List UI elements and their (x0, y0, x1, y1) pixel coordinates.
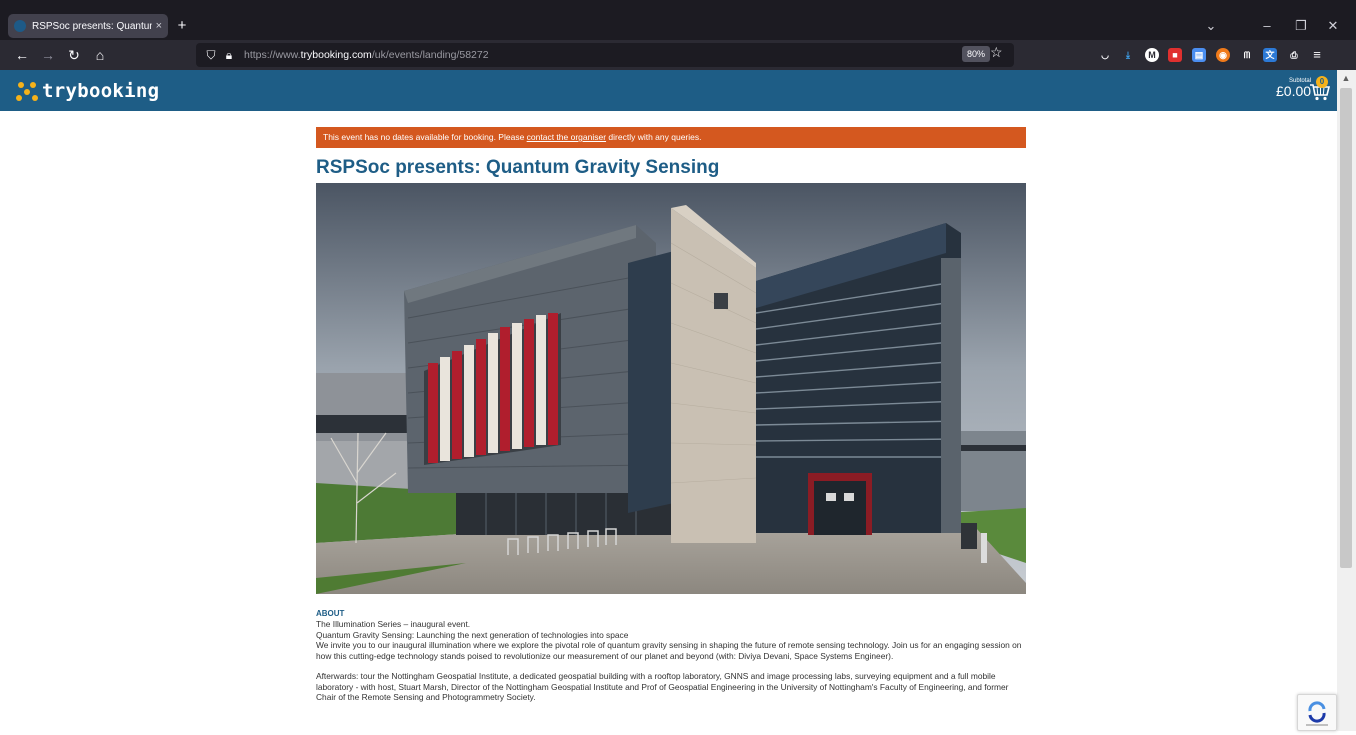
extension-doc-icon[interactable]: ▤ (1192, 48, 1206, 62)
shield-icon[interactable]: ⛉ (202, 48, 220, 63)
about-paragraph-afterwards: Afterwards: tour the Nottingham Geospati… (316, 671, 1009, 702)
no-dates-alert: This event has no dates available for bo… (316, 127, 1026, 148)
back-icon[interactable]: ← (10, 40, 34, 70)
logo-text: trybooking (42, 80, 160, 102)
cart-count-badge: 0 (1316, 76, 1328, 88)
browser-nav-bar: ← → ↻ ⌂ ⛉ 🔒︎ https://www.trybooking.com/… (0, 40, 1356, 70)
recaptcha-icon (1306, 701, 1328, 726)
extension-mask-icon[interactable]: ᗰ (1240, 48, 1254, 62)
recaptcha-badge[interactable] (1297, 694, 1337, 731)
browser-tab-bar: RSPSoc presents: Quantum Gr × + ⌄ – ❐ ✕ (0, 0, 1356, 40)
subtotal-amount: £0.00 (1276, 83, 1312, 99)
extensions-icon[interactable]: ⎙ (1287, 48, 1301, 62)
zoom-level-badge[interactable]: 80% (962, 46, 991, 62)
reload-icon[interactable]: ↻ (62, 40, 86, 70)
minimize-icon[interactable]: – (1252, 14, 1282, 38)
url-text[interactable]: https://www.trybooking.com/uk/events/lan… (244, 49, 489, 61)
extension-red-icon[interactable]: ■ (1168, 48, 1182, 62)
forward-icon[interactable]: → (36, 40, 60, 70)
extension-m-icon[interactable]: M (1145, 48, 1159, 62)
maximize-icon[interactable]: ❐ (1286, 14, 1316, 38)
scrollbar-thumb[interactable] (1340, 88, 1352, 568)
about-line-2: Quantum Gravity Sensing: Launching the n… (316, 629, 629, 640)
close-window-icon[interactable]: ✕ (1318, 14, 1348, 38)
about-line-1: The Illumination Series – inaugural even… (316, 619, 471, 629)
bookmark-star-icon[interactable]: ☆ (990, 42, 1003, 62)
new-tab-button[interactable]: + (172, 14, 192, 38)
logo-star-icon (16, 80, 38, 102)
tab-title: RSPSoc presents: Quantum Gr (32, 20, 152, 32)
home-icon[interactable]: ⌂ (88, 40, 112, 70)
event-hero-image (316, 183, 1026, 594)
tab-close-icon[interactable]: × (156, 20, 162, 32)
site-header: trybooking Subtotal £0.00 0 (0, 70, 1337, 111)
translate-icon[interactable]: 文 (1263, 48, 1277, 62)
alert-text-before: This event has no dates available for bo… (323, 132, 527, 142)
event-content: This event has no dates available for bo… (316, 127, 1027, 703)
about-heading: ABOUT (316, 609, 345, 618)
extension-orange-icon[interactable]: ◉ (1216, 48, 1230, 62)
cart-subtotal: Subtotal £0.00 (1276, 78, 1311, 99)
address-bar[interactable]: ⛉ 🔒︎ https://www.trybooking.com/uk/event… (196, 43, 1014, 67)
tab-favicon-icon (14, 20, 26, 32)
downloads-icon[interactable]: ⤓ (1121, 48, 1135, 62)
lock-icon[interactable]: 🔒︎ (220, 48, 238, 63)
alert-text-after: directly with any queries. (606, 132, 702, 142)
scroll-up-icon[interactable]: ▲ (1340, 72, 1352, 84)
browser-tab[interactable]: RSPSoc presents: Quantum Gr × (8, 14, 168, 38)
event-title: RSPSoc presents: Quantum Gravity Sensing (316, 157, 720, 178)
trybooking-logo[interactable]: trybooking (16, 78, 159, 104)
menu-icon[interactable]: ≡ (1310, 48, 1324, 62)
about-paragraph-invite: We invite you to our inaugural illuminat… (316, 640, 1022, 661)
contact-organiser-link[interactable]: contact the organiser (527, 132, 606, 142)
pocket-icon[interactable]: ◡ (1098, 48, 1112, 62)
list-all-tabs-icon[interactable]: ⌄ (1196, 14, 1226, 38)
cart-icon[interactable]: 0 (1308, 76, 1332, 102)
